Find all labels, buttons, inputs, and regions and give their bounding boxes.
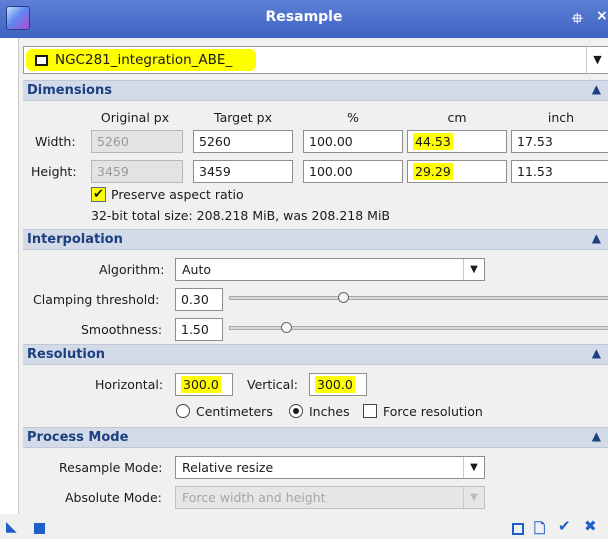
smoothness-slider-handle[interactable] — [281, 322, 292, 333]
apply-global-icon[interactable] — [34, 523, 45, 534]
clamping-slider-track[interactable] — [229, 296, 608, 300]
vertical-label: Vertical: — [247, 377, 299, 392]
width-cm-value: 44.53 — [413, 133, 453, 150]
section-title: Dimensions — [27, 83, 112, 98]
smoothness-field[interactable]: 1.50 — [175, 318, 223, 341]
dialog-body: NGC281_integration_ABE_ ▼ Dimensions ▲ O… — [18, 38, 608, 539]
resample-mode-label: Resample Mode: — [59, 460, 163, 475]
column-original-px: Original px — [100, 110, 170, 125]
force-resolution-label[interactable]: Force resolution — [383, 404, 483, 419]
width-original-field: 5260 — [91, 130, 183, 153]
height-label: Height: — [31, 164, 77, 179]
height-cm-field[interactable]: 29.29 — [407, 160, 507, 183]
section-dimensions[interactable]: Dimensions ▲ — [23, 80, 608, 101]
view-name: NGC281_integration_ABE_ — [55, 52, 233, 68]
bottom-toolbar: ◣ 🗋 ✔ ✖ — [0, 514, 608, 539]
section-title: Resolution — [27, 347, 106, 362]
section-interpolation[interactable]: Interpolation ▲ — [23, 229, 608, 250]
resample-mode-value: Relative resize — [182, 460, 274, 475]
chevron-down-icon: ▼ — [463, 487, 484, 508]
vertical-field[interactable]: 300.0 — [309, 373, 367, 396]
section-resolution[interactable]: Resolution ▲ — [23, 344, 608, 365]
absolute-mode-select: Force width and height ▼ — [175, 486, 485, 509]
new-instance-icon[interactable]: ◣ — [6, 519, 17, 535]
horizontal-value: 300.0 — [181, 376, 221, 393]
total-size-text: 32-bit total size: 208.218 MiB, was 208.… — [91, 208, 390, 223]
resample-mode-select[interactable]: Relative resize ▼ — [175, 456, 485, 479]
inches-label[interactable]: Inches — [309, 404, 350, 419]
section-title: Process Mode — [27, 430, 129, 445]
clamping-field[interactable]: 0.30 — [175, 288, 223, 311]
apply-icon[interactable]: ✔ — [558, 517, 571, 535]
view-selector[interactable]: NGC281_integration_ABE_ ▼ — [23, 46, 608, 74]
width-percent-field[interactable]: 100.00 — [303, 130, 403, 153]
column-target-px: Target px — [214, 110, 272, 125]
window-title: Resample — [265, 9, 343, 25]
vertical-value: 300.0 — [315, 376, 355, 393]
width-label: Width: — [35, 134, 76, 149]
centimeters-label[interactable]: Centimeters — [196, 404, 273, 419]
absolute-mode-label: Absolute Mode: — [65, 490, 162, 505]
collapse-icon[interactable]: ▲ — [592, 346, 601, 360]
algorithm-label: Algorithm: — [99, 262, 165, 277]
collapse-icon[interactable]: ▲ — [592, 429, 601, 443]
collapse-icon[interactable]: ▲ — [592, 231, 601, 245]
real-time-preview-icon[interactable] — [512, 523, 524, 535]
width-inch-field[interactable]: 17.53 — [511, 130, 608, 153]
chevron-down-icon[interactable]: ▼ — [463, 457, 484, 478]
height-percent-field[interactable]: 100.00 — [303, 160, 403, 183]
clamping-label: Clamping threshold: — [33, 292, 160, 307]
width-cm-field[interactable]: 44.53 — [407, 130, 507, 153]
reset-icon[interactable]: ✖ — [584, 517, 597, 535]
chevron-down-icon[interactable]: ▼ — [586, 47, 608, 73]
browse-documentation-icon[interactable]: 🗋 — [534, 518, 545, 542]
close-icon[interactable]: × — [596, 8, 608, 24]
horizontal-label: Horizontal: — [95, 377, 164, 392]
column-inch: inch — [547, 110, 575, 125]
preserve-aspect-label[interactable]: Preserve aspect ratio — [111, 187, 244, 202]
force-resolution-checkbox[interactable] — [363, 404, 377, 418]
absolute-mode-value: Force width and height — [182, 490, 326, 505]
image-view-icon — [35, 55, 48, 66]
height-inch-field[interactable]: 11.53 — [511, 160, 608, 183]
centimeters-radio[interactable] — [176, 404, 190, 418]
collapse-icon[interactable]: ▲ — [592, 82, 601, 96]
clamping-slider-handle[interactable] — [338, 292, 349, 303]
width-target-field[interactable]: 5260 — [193, 130, 293, 153]
shade-icon[interactable]: ⯐ — [572, 8, 583, 32]
height-original-field: 3459 — [91, 160, 183, 183]
height-cm-value: 29.29 — [413, 163, 453, 180]
algorithm-select[interactable]: Auto ▼ — [175, 258, 485, 281]
section-process-mode[interactable]: Process Mode ▲ — [23, 427, 608, 448]
horizontal-field[interactable]: 300.0 — [175, 373, 233, 396]
inches-radio[interactable] — [289, 404, 303, 418]
smoothness-label: Smoothness: — [81, 322, 163, 337]
column-cm: cm — [447, 110, 467, 125]
height-target-field[interactable]: 3459 — [193, 160, 293, 183]
algorithm-value: Auto — [182, 262, 212, 277]
column-percent: % — [347, 110, 359, 125]
title-bar: Resample ⯐ × — [0, 0, 608, 38]
chevron-down-icon[interactable]: ▼ — [463, 259, 484, 280]
preserve-aspect-checkbox[interactable]: ✔ — [91, 187, 106, 202]
section-title: Interpolation — [27, 232, 123, 247]
